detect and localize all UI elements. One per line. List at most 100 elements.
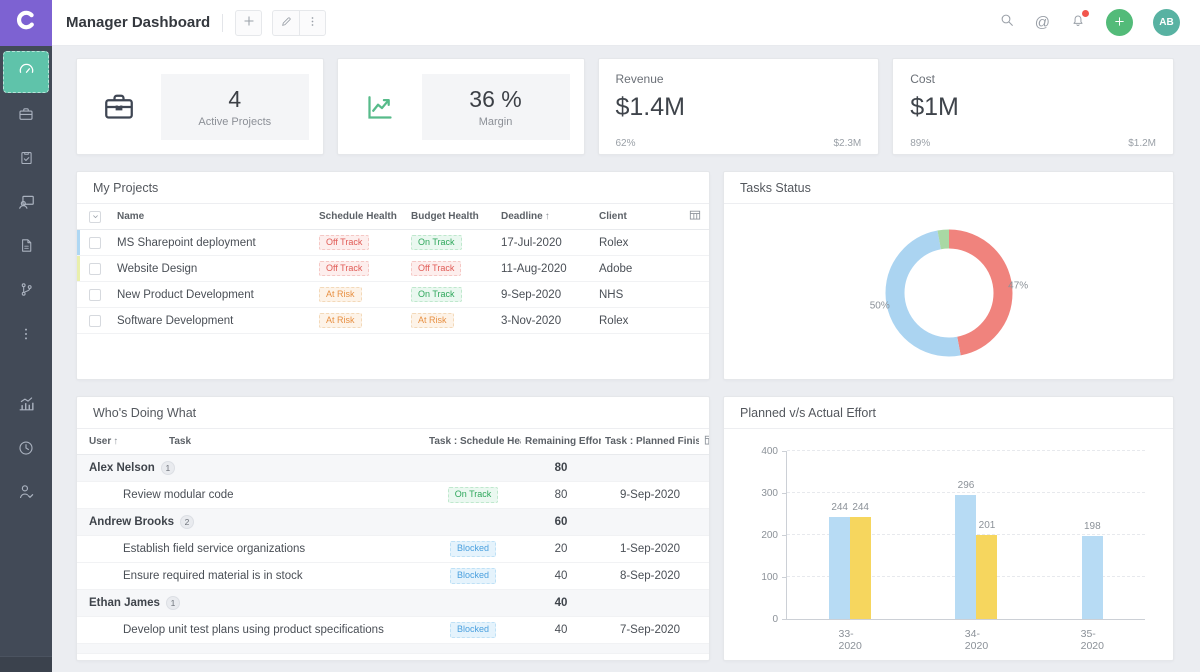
group-remaining-effort: 60 — [521, 516, 601, 528]
budget-health-cell: At Risk — [407, 313, 497, 329]
cost-label: Cost — [910, 72, 1156, 86]
bar-actual-33-2020[interactable]: 244 — [850, 517, 871, 619]
app-logo[interactable] — [0, 0, 52, 46]
user-group-row-ethan-james[interactable]: Ethan James140 — [77, 590, 709, 617]
column-header-schedule-health[interactable]: Schedule Health — [315, 211, 407, 222]
task-name[interactable]: Review modular code — [77, 489, 425, 501]
briefcase-icon — [77, 89, 161, 125]
task-schedule-health-cell: Blocked — [425, 541, 521, 557]
sidebar-footer — [0, 656, 52, 672]
column-header-task-planned-finish[interactable]: Task : Planned Finish — [601, 436, 699, 447]
column-header-budget-health[interactable]: Budget Health — [407, 211, 497, 222]
revenue-card[interactable]: Revenue $1.4M 62% $2.3M — [598, 58, 880, 155]
task-planned-finish: 1-Sep-2020 — [601, 543, 699, 555]
row-checkbox[interactable] — [89, 237, 101, 249]
sidebar-item-more-options[interactable] — [3, 315, 49, 357]
column-header-deadline[interactable]: Deadline↑ — [497, 211, 595, 222]
cost-card[interactable]: Cost $1M 89% $1.2M — [892, 58, 1174, 155]
column-header-task[interactable]: Task — [165, 436, 425, 447]
stat-value: 36 % — [469, 86, 521, 113]
sidebar-item-dashboard-gauge[interactable] — [3, 51, 49, 93]
panel-title: My Projects — [93, 181, 158, 195]
project-color-strip — [77, 230, 80, 255]
column-header-name[interactable]: Name — [113, 211, 315, 222]
margin-card[interactable]: 36 % Margin — [337, 58, 585, 155]
cost-percent: 89% — [910, 138, 930, 149]
sidebar-item-documents-file[interactable] — [3, 227, 49, 269]
whos-doing-what-panel: Who's Doing What User↑TaskTask : Schedul… — [76, 396, 710, 661]
project-name[interactable]: MS Sharepoint deployment — [113, 237, 315, 249]
task-name[interactable]: Ensure required material is in stock — [77, 570, 425, 582]
table-row-new-product-development[interactable]: New Product DevelopmentAt RiskOn Track9-… — [77, 282, 709, 308]
bar-value-label: 201 — [979, 520, 996, 531]
edit-dashboard-button[interactable] — [272, 10, 299, 36]
user-avatar[interactable]: AB — [1153, 9, 1180, 36]
task-name[interactable]: Establish field service organizations — [77, 543, 425, 555]
task-schedule-health-cell: On Track — [425, 487, 521, 503]
table-row-software-development[interactable]: Software DevelopmentAt RiskAt Risk3-Nov-… — [77, 308, 709, 334]
bar-planned-35-2020[interactable]: 198 — [1082, 536, 1103, 619]
panel-title: Who's Doing What — [93, 406, 196, 420]
sidebar-item-timesheet-clock[interactable] — [3, 429, 49, 471]
topbar-right: @ AB — [999, 9, 1200, 36]
column-header-user[interactable]: User↑ — [77, 436, 165, 447]
stat-value: 4 — [228, 86, 241, 113]
task-row-establish-field-service-organizations[interactable]: Establish field service organizationsBlo… — [77, 536, 709, 563]
tasks-status-donut-chart[interactable]: 47%50% — [724, 204, 1173, 380]
task-row-develop-unit-test-plans-using-product-sp[interactable]: Develop unit test plans using product sp… — [77, 617, 709, 644]
column-header-client[interactable]: Client — [595, 211, 681, 222]
task-row-ensure-required-material-is-in-stock[interactable]: Ensure required material is in stock Bloc… — [77, 563, 709, 590]
x-axis-label-35-2020: 35-2020 — [1081, 628, 1104, 652]
dashboard-more-button[interactable] — [299, 10, 326, 36]
task-row-review-modular-code[interactable]: Review modular codeOn Track809-Sep-2020 — [77, 482, 709, 509]
revenue-percent: 62% — [616, 138, 636, 149]
row-checkbox[interactable] — [89, 263, 101, 275]
schedule-health-cell: At Risk — [315, 287, 407, 303]
bar-group-34-2020: 29620134-2020 — [955, 451, 997, 619]
column-chooser-button[interactable] — [681, 208, 709, 225]
select-all-checkbox[interactable] — [89, 211, 101, 223]
task-name[interactable]: Develop unit test plans using product sp… — [77, 624, 425, 636]
row-select-cell — [77, 289, 113, 301]
bar-value-label: 244 — [831, 502, 848, 513]
status-chip-blocked: Blocked — [450, 568, 496, 584]
add-widget-button[interactable] — [235, 10, 262, 36]
bar-groups: 24424433-202029620134-202019835-2020 — [787, 451, 1145, 619]
table-row-website-design[interactable]: Website DesignOff TrackOff Track11-Aug-2… — [77, 256, 709, 282]
search-button[interactable] — [999, 12, 1015, 33]
sidebar-item-reports-chart[interactable] — [3, 385, 49, 427]
topbar: Manager Dashboard @ AB — [0, 0, 1200, 46]
margin-stat: 36 % Margin — [422, 74, 570, 140]
sidebar-item-workflow-branch[interactable] — [3, 271, 49, 313]
row-checkbox[interactable] — [89, 289, 101, 301]
column-header-remaining-effort[interactable]: Remaining Effort — [521, 436, 601, 447]
user-name: Andrew Brooks2 — [77, 515, 425, 529]
sidebar-item-projects-briefcase[interactable] — [3, 95, 49, 137]
status-chip-at-risk: At Risk — [411, 313, 454, 329]
bar-planned-34-2020[interactable]: 296 — [955, 495, 976, 619]
bar-actual-34-2020[interactable]: 201 — [976, 535, 997, 619]
bar-planned-33-2020[interactable]: 244 — [829, 517, 850, 619]
documents-file-icon — [18, 237, 35, 259]
project-name[interactable]: Website Design — [113, 263, 315, 275]
user-group-row-alex-nelson[interactable]: Alex Nelson180 — [77, 455, 709, 482]
sidebar-item-user-approvals[interactable] — [3, 473, 49, 515]
row-select-cell — [77, 315, 113, 327]
quick-add-button[interactable] — [1106, 9, 1133, 36]
planned-vs-actual-bar-chart[interactable]: 010020030040024424433-202029620134-20201… — [724, 429, 1173, 661]
notifications-button[interactable] — [1070, 12, 1086, 33]
project-name[interactable]: New Product Development — [113, 289, 315, 301]
wdw-header-row: User↑TaskTask : Schedule HealthRemaining… — [77, 429, 709, 455]
row-checkbox[interactable] — [89, 315, 101, 327]
mentions-button[interactable]: @ — [1035, 14, 1050, 31]
sidebar-item-tasks-clipboard[interactable] — [3, 139, 49, 181]
column-header-task-schedule-health[interactable]: Task : Schedule Health — [425, 436, 521, 447]
active-projects-card[interactable]: 4 Active Projects — [76, 58, 324, 155]
user-group-row-andrew-brooks[interactable]: Andrew Brooks2 60 — [77, 509, 709, 536]
project-name[interactable]: Software Development — [113, 315, 315, 327]
table-row-ms-sharepoint-deployment[interactable]: MS Sharepoint deploymentOff TrackOn Trac… — [77, 230, 709, 256]
celoxis-logo-icon — [14, 8, 38, 37]
deadline-cell: 9-Sep-2020 — [497, 289, 595, 301]
bar-value-label: 244 — [852, 502, 869, 513]
sidebar-item-clients-contact[interactable] — [3, 183, 49, 225]
